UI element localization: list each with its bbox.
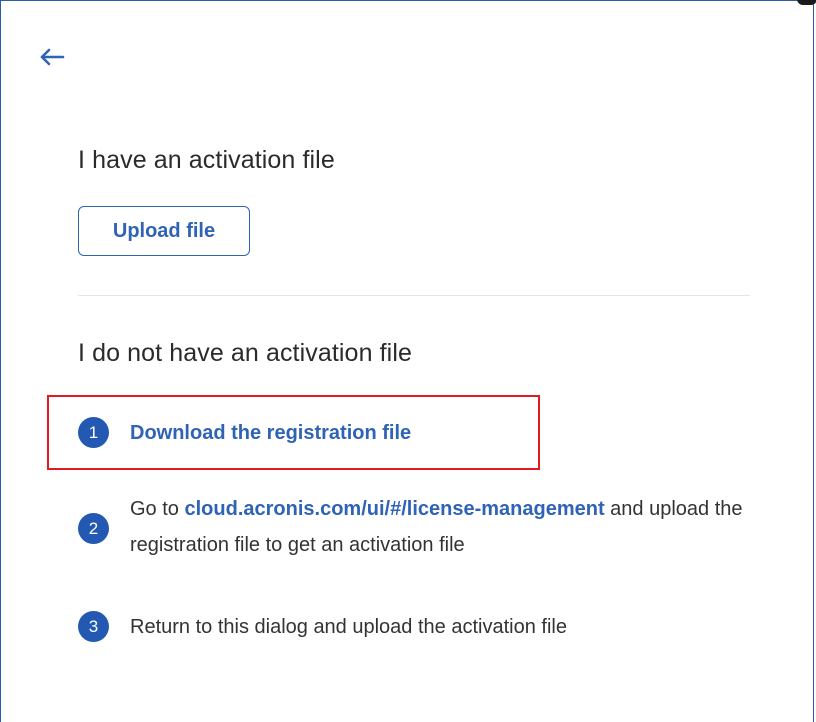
has-activation-file-title: I have an activation file [78,146,335,174]
step-1-badge: 1 [78,417,109,448]
arrow-left-icon [40,48,65,66]
download-registration-file-link[interactable]: Download the registration file [130,416,411,450]
step-2-text: Go to cloud.acronis.com/ui/#/license-man… [130,491,770,563]
upload-file-button[interactable]: Upload file [78,206,250,256]
license-management-link[interactable]: cloud.acronis.com/ui/#/license-managemen… [184,498,604,520]
window-corner-decoration [797,0,816,5]
step-2-prefix: Go to [130,498,185,520]
step-3-text: Return to this dialog and upload the act… [130,616,567,638]
no-activation-file-title: I do not have an activation file [78,339,412,367]
step-2-badge: 2 [78,513,109,544]
step-3-badge: 3 [78,611,109,642]
back-button[interactable] [37,45,67,69]
section-divider [78,295,750,296]
dialog-frame: I have an activation file Upload file I … [0,0,816,722]
